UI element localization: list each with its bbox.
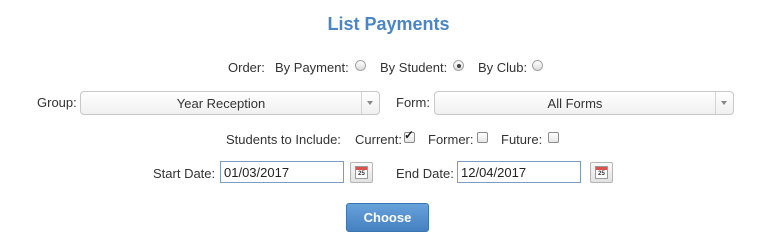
group-label: Group:: [37, 95, 77, 110]
former-checkbox[interactable]: [477, 132, 488, 143]
order-by-student-radio[interactable]: [453, 60, 464, 71]
start-date-label: Start Date:: [153, 166, 216, 181]
students-include-label: Students to Include:: [226, 132, 341, 147]
form-select-value: All Forms: [547, 96, 603, 111]
start-date-calendar-button[interactable]: 25: [350, 162, 373, 183]
end-date-calendar-button[interactable]: 25: [590, 162, 613, 183]
future-label: Future:: [501, 132, 543, 147]
order-by-club-label: By Club:: [478, 60, 528, 75]
chevron-down-icon: [361, 92, 379, 114]
checkmark-icon: ✓: [404, 128, 415, 142]
order-by-payment-label: By Payment:: [275, 60, 349, 75]
future-checkbox[interactable]: [548, 132, 559, 143]
group-select[interactable]: Year Reception: [80, 91, 380, 115]
group-select-value: Year Reception: [176, 96, 266, 111]
current-checkbox[interactable]: ✓: [404, 128, 415, 143]
end-date-input[interactable]: [457, 161, 581, 183]
form-label: Form:: [396, 95, 430, 110]
start-date-input[interactable]: [220, 161, 344, 183]
end-date-label: End Date:: [396, 166, 454, 181]
form-select[interactable]: All Forms: [434, 91, 734, 115]
order-label: Order:: [228, 60, 265, 75]
calendar-icon: 25: [355, 166, 368, 179]
calendar-icon: 25: [595, 166, 608, 179]
choose-button[interactable]: Choose: [346, 203, 429, 232]
order-by-club-radio[interactable]: [532, 60, 543, 71]
calendar-day-number: 25: [598, 171, 605, 177]
current-label: Current:: [355, 132, 402, 147]
calendar-day-number: 25: [358, 171, 365, 177]
page-title: List Payments: [327, 14, 450, 34]
former-label: Former:: [428, 132, 474, 147]
order-by-student-label: By Student:: [380, 60, 448, 75]
chevron-down-icon: [715, 92, 733, 114]
order-by-payment-radio[interactable]: [355, 60, 366, 71]
